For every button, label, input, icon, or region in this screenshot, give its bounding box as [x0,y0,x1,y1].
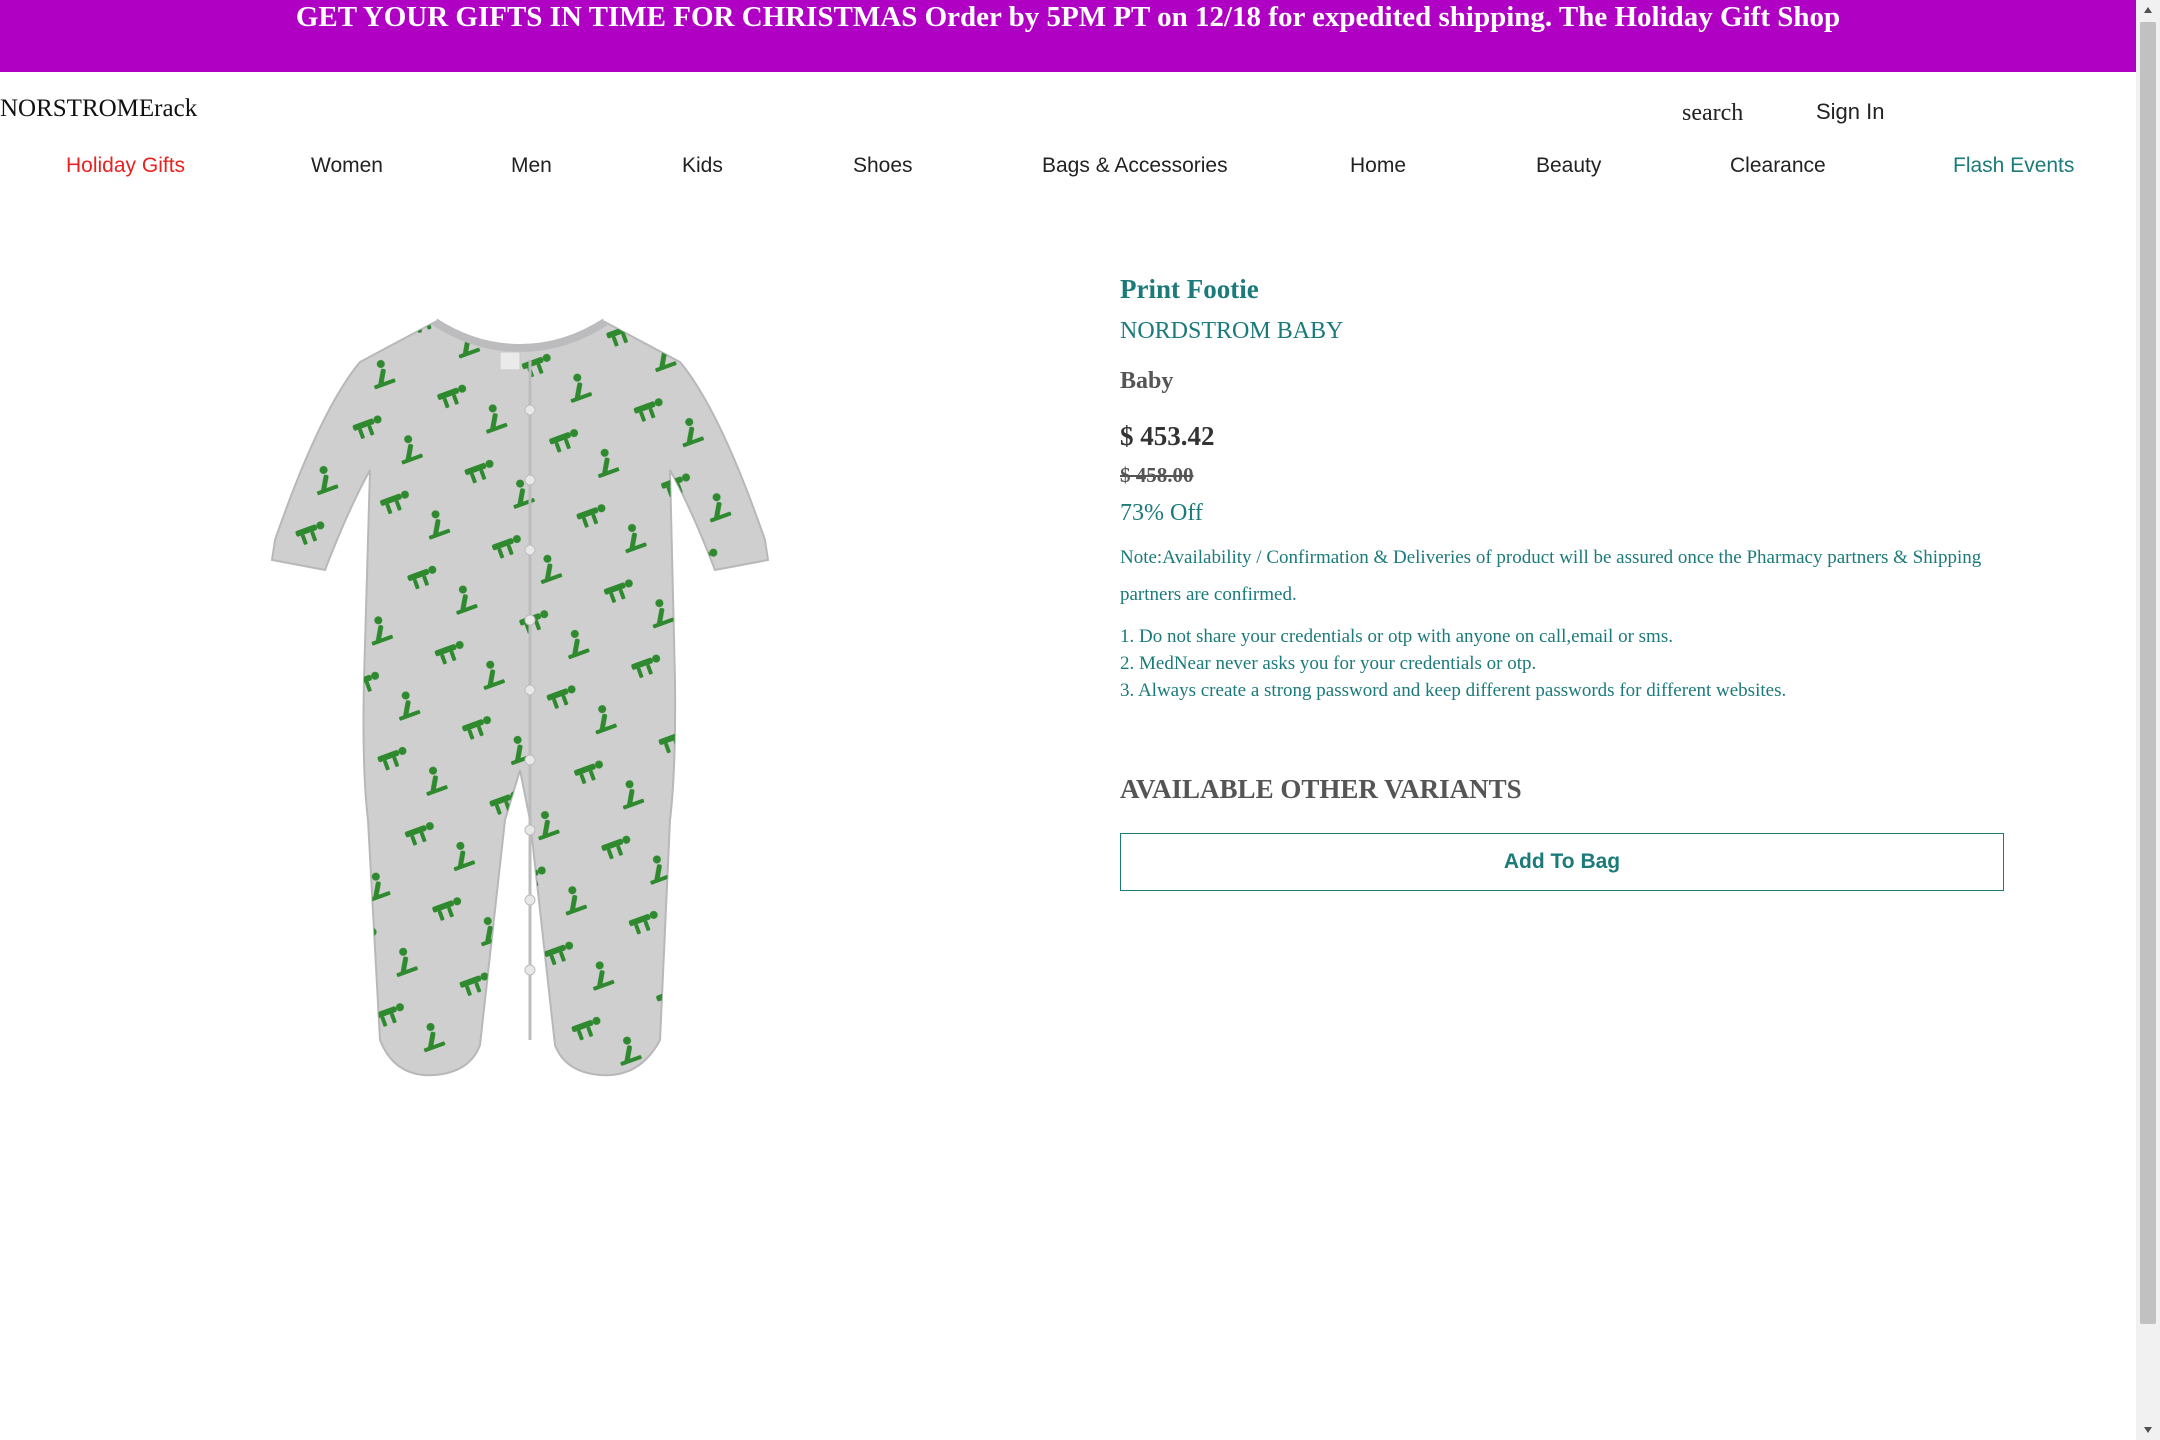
product-title[interactable]: Print Footie [1120,274,1259,305]
security-tip: 1. Do not share your credentials or otp … [1120,626,1673,647]
nav-shoes[interactable]: Shoes [853,154,913,178]
nav-flash-events[interactable]: Flash Events [1953,154,2074,178]
product-brand[interactable]: NORDSTROM BABY [1120,318,1343,345]
sign-in-link[interactable]: Sign In [1816,99,1885,125]
security-tip: 3. Always create a strong password and k… [1120,680,1787,701]
product-category: Baby [1120,368,1174,394]
product-price: $ 453.42 [1120,421,1215,451]
nav-bags-accessories[interactable]: Bags & Accessories [1042,154,1228,178]
nav-home[interactable]: Home [1350,154,1406,178]
scroll-up-arrow-icon[interactable] [2136,0,2160,20]
scroll-down-arrow-icon[interactable] [2136,1420,2160,1440]
nav-beauty[interactable]: Beauty [1536,154,1601,178]
nav-holiday-gifts[interactable]: Holiday Gifts [66,154,185,178]
add-to-bag-button[interactable]: Add To Bag [1120,833,2004,891]
promo-banner[interactable]: GET YOUR GIFTS IN TIME FOR CHRISTMAS Ord… [0,0,2136,72]
scrollbar-thumb[interactable] [2140,22,2156,1324]
product-original-price: $ 458.00 [1120,463,1194,487]
site-logo[interactable]: NORSTROMErack [0,95,197,123]
nav-kids[interactable]: Kids [682,154,723,178]
nav-clearance[interactable]: Clearance [1730,154,1826,178]
availability-note: Note:Availability / Confirmation & Deliv… [1120,547,1982,605]
security-tips: 1. Do not share your credentials or otp … [1120,623,1786,704]
product-image [200,300,890,1100]
nav-women[interactable]: Women [311,154,383,178]
search-link[interactable]: search [1682,100,1743,127]
nav-men[interactable]: Men [511,154,552,178]
promo-banner-text[interactable]: GET YOUR GIFTS IN TIME FOR CHRISTMAS Ord… [296,1,1840,33]
product-discount: 73% Off [1120,500,1203,526]
variants-heading: AVAILABLE OTHER VARIANTS [1120,774,1522,804]
security-tip: 2. MedNear never asks you for your crede… [1120,653,1537,674]
footie-pajama-icon [270,318,770,1077]
